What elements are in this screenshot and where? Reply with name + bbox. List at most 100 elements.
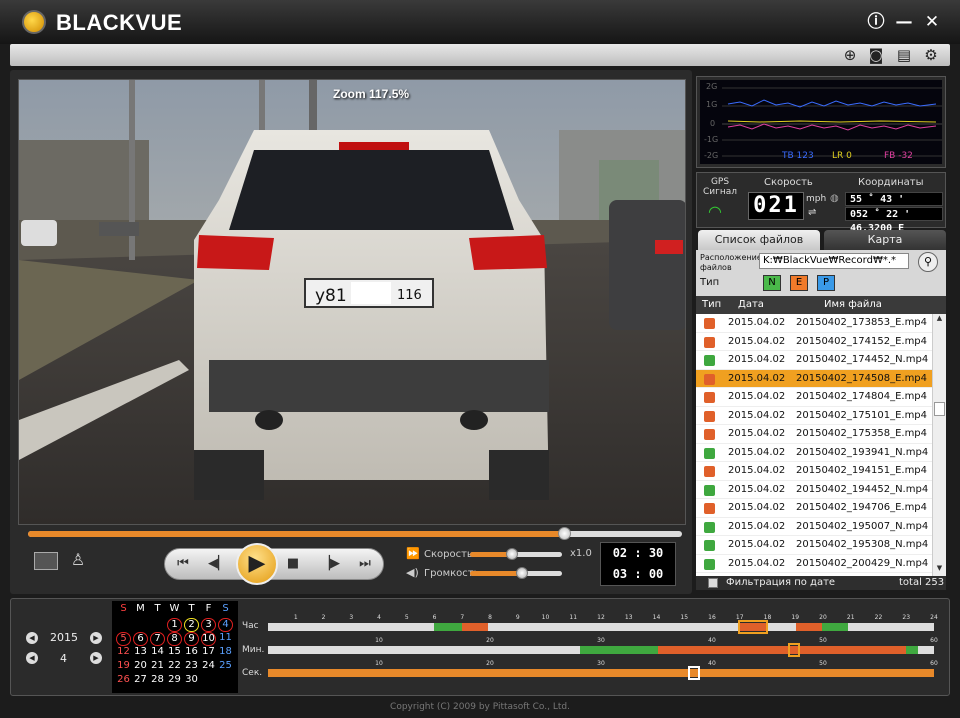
calendar-day[interactable]: 17 <box>201 646 216 658</box>
tab-map[interactable]: Карта <box>824 230 946 250</box>
scroll-thumb[interactable] <box>934 402 945 416</box>
calendar-day[interactable]: 5 <box>116 632 131 646</box>
year-prev-icon[interactable]: ◀ <box>26 632 38 644</box>
minute-segment[interactable] <box>580 646 658 654</box>
file-date: 2015.04.02 <box>728 372 786 384</box>
calendar-day[interactable]: 13 <box>133 646 148 658</box>
file-row[interactable]: 2015.04.02 20150402_174804_E.mp4 <box>696 388 932 407</box>
hour-segment[interactable] <box>796 623 822 631</box>
calendar-day[interactable]: 3 <box>201 618 216 632</box>
calendar-day[interactable]: 4 <box>218 618 233 632</box>
location-label: Расположение файлов <box>700 253 762 272</box>
calendar-day[interactable]: 6 <box>133 632 148 646</box>
file-row[interactable]: 2015.04.02 20150402_174452_N.mp4 <box>696 351 932 370</box>
calendar-day[interactable]: 19 <box>116 660 131 672</box>
second-marker[interactable] <box>688 666 700 680</box>
hour-segment[interactable] <box>434 623 462 631</box>
calendar: S M T W T F S 1 2 3 4 5 6 7 8 9 10 11 12 13 14 15 16 17 18 19 20 21… <box>112 601 238 693</box>
video-frame[interactable]: у81 116 <box>18 79 686 525</box>
play-button[interactable]: ▶ <box>236 543 278 585</box>
calendar-day[interactable]: 7 <box>150 632 165 646</box>
calendar-day[interactable]: 28 <box>150 674 165 686</box>
calendar-day[interactable]: 21 <box>150 660 165 672</box>
hour-marker[interactable] <box>738 620 768 634</box>
stop-icon[interactable]: ■ <box>284 556 302 572</box>
tab-file-list[interactable]: Список файлов <box>698 230 820 250</box>
calendar-day[interactable]: 26 <box>116 674 131 686</box>
camera-icon[interactable]: ◙ <box>866 45 886 65</box>
scroll-up-icon[interactable]: ▲ <box>934 314 945 324</box>
search-icon[interactable]: ⚲ <box>918 252 938 272</box>
gear-icon[interactable]: ⚙ <box>921 45 941 65</box>
time-total: 02 : 30 <box>612 546 664 560</box>
type-label: Тип <box>700 277 720 288</box>
type-normal-toggle[interactable]: N <box>763 275 781 291</box>
calendar-day[interactable]: 11 <box>218 632 233 644</box>
calendar-day[interactable]: 29 <box>167 674 182 686</box>
calendar-day[interactable]: 1 <box>167 618 182 632</box>
col-type[interactable]: Тип <box>702 299 721 310</box>
date-filter-checkbox[interactable] <box>708 578 718 588</box>
gsensor-tick-m2g: -2G <box>704 151 719 160</box>
hour-tick: 20 <box>819 614 827 621</box>
screen-icon[interactable] <box>34 552 58 570</box>
close-button[interactable]: ✕ <box>922 12 942 32</box>
calendar-day[interactable]: 18 <box>218 646 233 658</box>
calendar-day[interactable]: 16 <box>184 646 199 658</box>
file-row[interactable]: 2015.04.02 20150402_175358_E.mp4 <box>696 425 932 444</box>
file-row[interactable]: 2015.04.02 20150402_194151_E.mp4 <box>696 462 932 481</box>
minute-segment[interactable] <box>658 646 906 654</box>
calendar-day[interactable]: 14 <box>150 646 165 658</box>
file-row[interactable]: 2015.04.02 20150402_174508_E.mp4 <box>696 369 932 388</box>
second-track[interactable] <box>268 669 934 677</box>
file-row[interactable]: 2015.04.02 20150402_173853_E.mp4 <box>696 314 932 333</box>
minute-segment[interactable] <box>906 646 918 654</box>
info-icon[interactable]: ⓘ <box>866 12 886 32</box>
file-row[interactable]: 2015.04.02 20150402_195007_N.mp4 <box>696 518 932 536</box>
type-parking-toggle[interactable]: P <box>817 275 835 291</box>
person-icon[interactable]: ♙ <box>66 550 90 574</box>
calendar-day[interactable]: 24 <box>201 660 216 672</box>
col-date[interactable]: Дата <box>738 299 764 310</box>
scroll-down-icon[interactable]: ▼ <box>934 564 945 574</box>
calendar-day[interactable]: 25 <box>218 660 233 672</box>
month-next-icon[interactable]: ▶ <box>90 652 102 664</box>
year-next-icon[interactable]: ▶ <box>90 632 102 644</box>
file-row[interactable]: 2015.04.02 20150402_175101_E.mp4 <box>696 407 932 425</box>
col-filename[interactable]: Имя файла <box>824 299 882 310</box>
month-prev-icon[interactable]: ◀ <box>26 652 38 664</box>
calendar-day[interactable]: 10 <box>201 632 216 646</box>
calendar-day[interactable]: 15 <box>167 646 182 658</box>
hour-segment[interactable] <box>822 623 848 631</box>
minimize-button[interactable]: — <box>894 12 914 32</box>
skip-back-icon[interactable]: ⏮ <box>174 556 192 572</box>
calendar-day[interactable]: 20 <box>133 660 148 672</box>
path-field[interactable]: K:₩BlackVue₩Record₩*.* <box>759 253 909 269</box>
file-row[interactable]: 2015.04.02 20150402_194452_N.mp4 <box>696 481 932 499</box>
hour-tick: 24 <box>930 614 938 621</box>
step-forward-icon[interactable]: ▕▶ <box>320 556 340 572</box>
calendar-day[interactable]: 27 <box>133 674 148 686</box>
hour-tick: 9 <box>515 614 520 621</box>
step-back-icon[interactable]: ◀▏ <box>208 556 228 572</box>
unit-swap-icon[interactable]: ⇌ <box>808 207 816 218</box>
calendar-day[interactable]: 30 <box>184 674 199 686</box>
file-row[interactable]: 2015.04.02 20150402_194706_E.mp4 <box>696 499 932 518</box>
type-event-toggle[interactable]: E <box>790 275 808 291</box>
calendar-day[interactable]: 23 <box>184 660 199 672</box>
calendar-day[interactable]: 12 <box>116 646 131 658</box>
file-list-scrollbar[interactable]: ▲ ▼ <box>932 314 946 576</box>
calendar-day[interactable]: 8 <box>167 632 182 646</box>
minute-marker[interactable] <box>788 643 800 657</box>
skip-forward-icon[interactable]: ⏭ <box>356 556 374 572</box>
hour-segment[interactable] <box>462 623 488 631</box>
calendar-day[interactable]: 9 <box>184 632 199 646</box>
file-row[interactable]: 2015.04.02 20150402_200429_N.mp4 <box>696 555 932 573</box>
calendar-day[interactable]: 2 <box>184 618 199 632</box>
calendar-day[interactable]: 22 <box>167 660 182 672</box>
globe-icon[interactable]: ⊕ <box>840 45 860 65</box>
print-icon[interactable]: ▤ <box>894 45 914 65</box>
file-row[interactable]: 2015.04.02 20150402_195308_N.mp4 <box>696 536 932 555</box>
file-row[interactable]: 2015.04.02 20150402_193941_N.mp4 <box>696 444 932 462</box>
file-row[interactable]: 2015.04.02 20150402_174152_E.mp4 <box>696 333 932 351</box>
